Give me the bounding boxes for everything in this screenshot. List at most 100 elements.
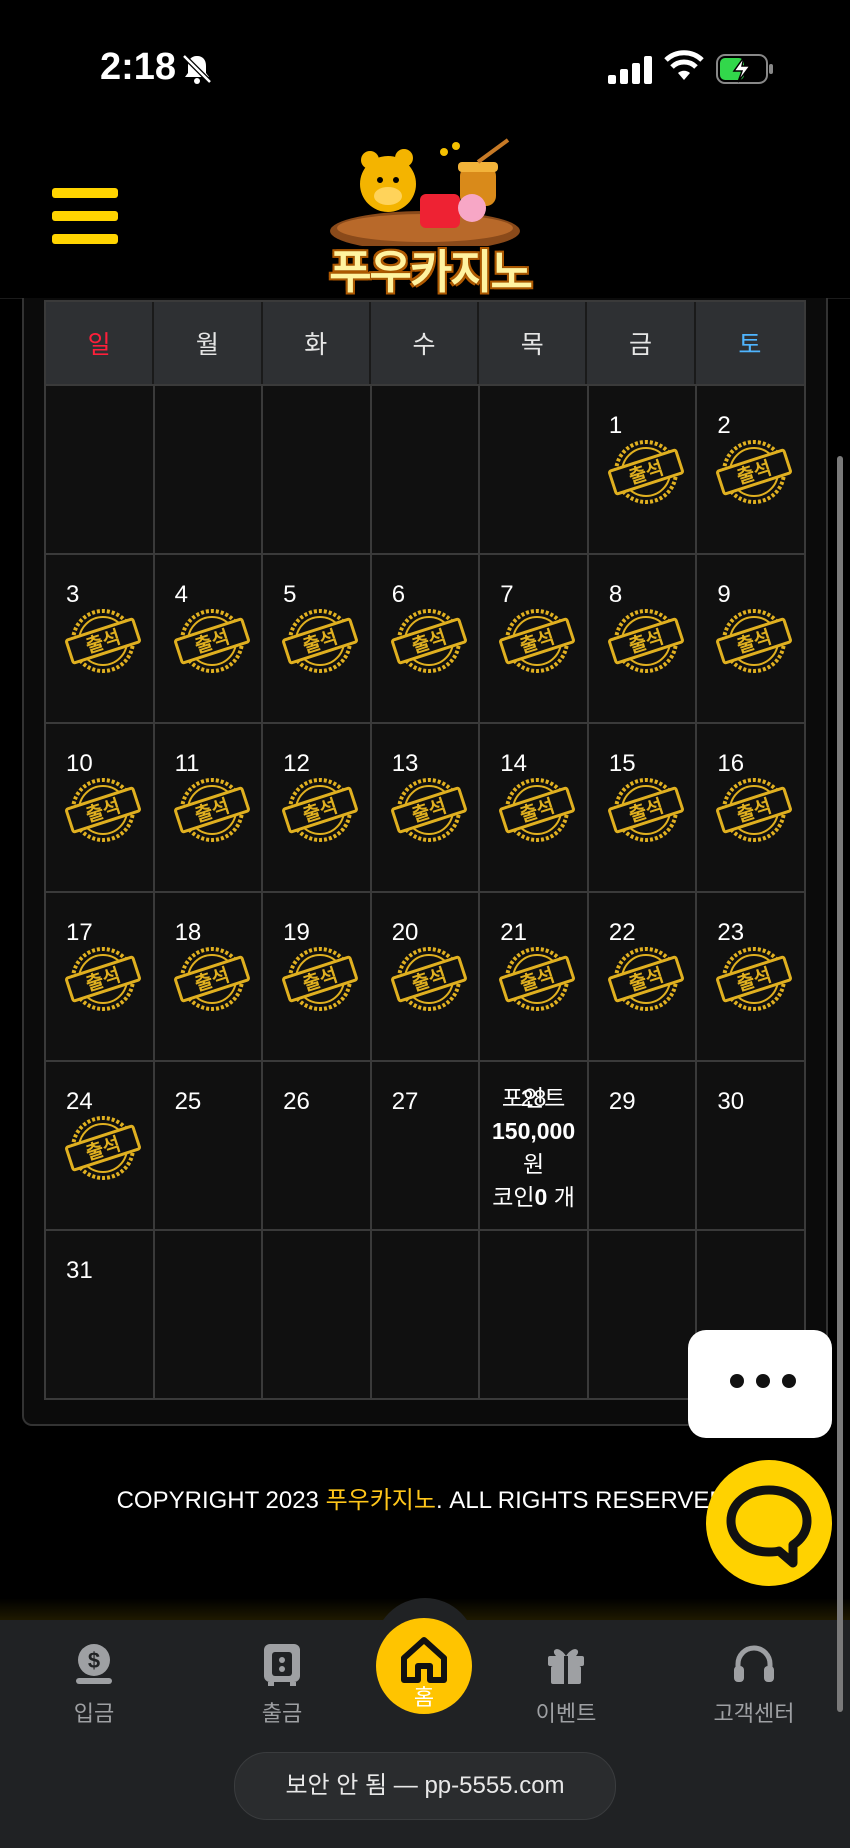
calendar-day-cell: 6 출석	[371, 555, 481, 724]
stamp-text: 출석	[626, 964, 666, 996]
calendar-day-cell: 2 출석	[697, 386, 806, 555]
attendance-stamp-icon: 출석	[499, 778, 576, 842]
attendance-stamp-icon: 출석	[173, 609, 250, 673]
calendar-day-cell: 31	[46, 1231, 155, 1400]
stamp-text: 출석	[735, 795, 775, 827]
calendar-day-cell: 29	[588, 1062, 698, 1231]
attendance-stamp-icon: 출석	[716, 609, 793, 673]
calendar-day-cell: 17 출석	[46, 893, 155, 1062]
nav-withdraw-label: 출금	[261, 1701, 303, 1726]
attendance-stamp-icon: 출석	[499, 947, 576, 1011]
weekday-tue: 화	[263, 302, 371, 384]
calendar-day-cell: 27	[371, 1062, 481, 1231]
stamp-text: 출석	[83, 1133, 123, 1165]
stamp-text: 출석	[626, 457, 666, 489]
weekday-wed: 수	[371, 302, 480, 384]
home-icon	[401, 1637, 447, 1683]
page-scrollbar[interactable]	[837, 456, 843, 1712]
calendar-day-cell: 30	[697, 1062, 806, 1231]
stamp-text: 출석	[409, 626, 449, 658]
menu-hamburger-icon[interactable]	[52, 188, 118, 244]
nav-home-label: 홈	[413, 1685, 435, 1710]
copyright-suffix: . ALL RIGHTS RESERVED.	[435, 1487, 734, 1514]
browser-url-bar[interactable]: 보안 안 됨 — pp-5555.com	[234, 1752, 616, 1820]
calendar-day-cell: 15 출석	[588, 724, 698, 893]
attendance-stamp-icon: 출석	[173, 778, 250, 842]
stamp-text: 출석	[626, 795, 666, 827]
stamp-text: 출석	[300, 964, 340, 996]
status-bar: 2:18	[0, 0, 850, 130]
calendar-day-cell: 13 출석	[371, 724, 481, 893]
calendar-day-cell	[46, 386, 155, 555]
stamp-text: 출석	[518, 626, 558, 658]
calendar-day-cell	[371, 386, 481, 555]
calendar-day-cell: 5 출석	[263, 555, 372, 724]
calendar-day-cell: 21 출석	[480, 893, 589, 1062]
nav-withdraw[interactable]: 출금	[212, 1628, 352, 1728]
site-logo[interactable]: 푸우카지노	[300, 136, 550, 298]
calendar-day-cell: 3 출석	[46, 555, 155, 724]
day-number: 31	[66, 1257, 93, 1284]
attendance-stamp-icon: 출석	[282, 947, 359, 1011]
money-bag-icon: $	[76, 1644, 112, 1684]
battery-charging-icon	[716, 54, 773, 84]
stamp-text: 출석	[735, 626, 775, 658]
attendance-stamp-icon: 출석	[65, 1116, 141, 1180]
site-header: 푸우카지노	[0, 130, 850, 299]
calendar-day-cell	[588, 1231, 698, 1400]
calendar-day-cell: 11 출석	[154, 724, 264, 893]
calendar-grid: 1 출석 2 출석 3 출석 4 출석 5 출석 6 출석 7 출석 8 출석 9 출석 10 출석 11 출석 12 출석 1…	[44, 386, 806, 1400]
calendar-day-cell	[263, 1231, 372, 1400]
weekday-fri: 금	[587, 302, 696, 384]
coin-label: 코인	[492, 1184, 535, 1210]
attendance-stamp-icon: 출석	[607, 440, 684, 504]
stamp-text: 출석	[409, 795, 449, 827]
nav-support[interactable]: 고객센터	[684, 1628, 824, 1728]
calendar-day-cell: 28 포인트 150,000 원 코인0 개	[480, 1062, 589, 1231]
point-value: 150,000	[491, 1118, 576, 1144]
attendance-stamp-icon: 출석	[607, 947, 684, 1011]
calendar-day-cell	[371, 1231, 481, 1400]
attendance-stamp-icon: 출석	[716, 947, 793, 1011]
calendar-day-cell: 24 출석	[46, 1062, 155, 1231]
nav-event[interactable]: 이벤트	[496, 1628, 636, 1728]
day-number: 25	[174, 1088, 202, 1115]
stamp-text: 출석	[735, 457, 775, 489]
more-chat-button[interactable]	[688, 1330, 832, 1438]
coin-value: 0	[534, 1184, 548, 1210]
stamp-text: 출석	[626, 626, 666, 658]
kakao-chat-button[interactable]	[706, 1460, 832, 1586]
copyright-brand: 푸우카지노	[325, 1487, 436, 1514]
weekday-sat: 토	[738, 331, 762, 359]
attendance-stamp-icon: 출석	[390, 947, 467, 1011]
calendar-day-cell: 1 출석	[588, 386, 698, 555]
logo-mascot-image	[330, 138, 520, 251]
calendar-day-cell	[154, 386, 264, 555]
cellular-signal-icon	[608, 56, 652, 84]
attendance-stamp-icon: 출석	[607, 609, 684, 673]
day-number: 26	[283, 1088, 310, 1115]
nav-deposit[interactable]: $ 입금	[24, 1628, 164, 1728]
attendance-stamp-icon: 출석	[390, 778, 467, 842]
attendance-calendar: 일 월 화 수 목 금 토 1 출석 2 출석 3 출석 4 출석 5 출석 6 출석 7 출석 8 출석 9 출…	[44, 300, 806, 1400]
calendar-day-cell: 4 출석	[154, 555, 264, 724]
weekday-sun: 일	[46, 302, 155, 384]
calendar-day-cell: 8 출석	[588, 555, 698, 724]
weekday-header: 일 월 화 수 목 금 토	[44, 300, 806, 386]
stamp-text: 출석	[518, 795, 558, 827]
day-number: 30	[717, 1088, 745, 1115]
status-time: 2:18	[100, 46, 177, 88]
calendar-day-cell: 14 출석	[480, 724, 589, 893]
attendance-stamp-icon: 출석	[607, 778, 684, 842]
calendar-day-cell: 9 출석	[697, 555, 806, 724]
stamp-text: 출석	[409, 964, 449, 996]
calendar-day-cell	[480, 386, 589, 555]
safe-icon	[264, 1644, 300, 1686]
stamp-text: 출석	[300, 626, 340, 658]
calendar-day-cell: 26	[263, 1062, 372, 1231]
attendance-stamp-icon: 출석	[65, 609, 141, 673]
stamp-text: 출석	[83, 795, 123, 827]
copyright-prefix: COPYRIGHT 2023	[116, 1487, 326, 1514]
attendance-stamp-icon: 출석	[716, 440, 793, 504]
calendar-day-cell: 22 출석	[588, 893, 698, 1062]
